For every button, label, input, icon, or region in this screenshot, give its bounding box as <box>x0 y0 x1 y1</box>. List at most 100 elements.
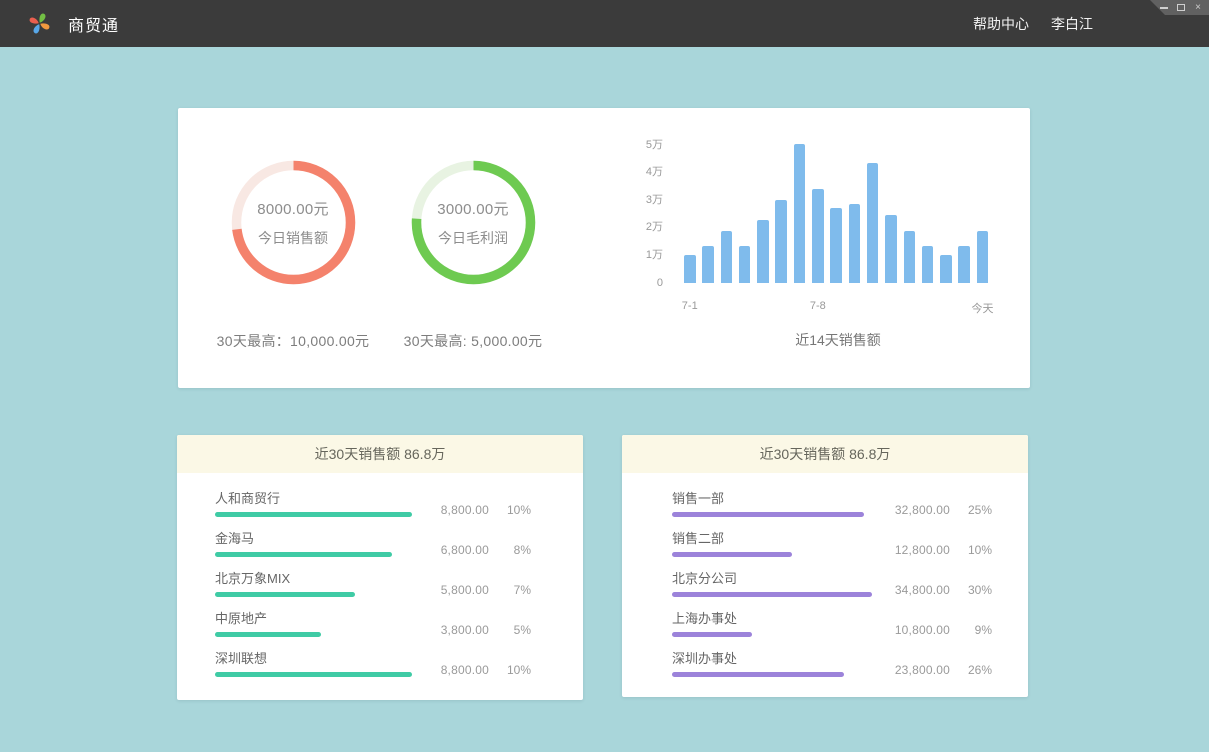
x-tick-label: 今天 <box>972 300 994 316</box>
y-tick-label: 4万 <box>646 166 663 179</box>
bar-day-14 <box>922 246 934 283</box>
rank-item-amount: 23,800.00 <box>895 663 950 677</box>
rank-item-name: 销售一部 <box>672 490 895 507</box>
bar-day-11 <box>867 163 879 283</box>
bar-day-1 <box>684 255 696 283</box>
rank-item-name: 北京万象MIX <box>215 570 441 587</box>
rank-item-percent: 9% <box>950 623 992 637</box>
rank-item-percent: 8% <box>489 543 531 557</box>
close-icon[interactable]: × <box>1193 3 1203 13</box>
rank-item-bar <box>215 552 392 557</box>
rank-item-percent: 10% <box>950 543 992 557</box>
today-profit-label: 今日毛利润 <box>438 228 508 248</box>
bar-day-3 <box>721 231 733 283</box>
bar-day-15 <box>940 255 952 283</box>
x-tick-label: 7-8 <box>810 300 826 312</box>
rank-item-name: 人和商贸行 <box>215 490 441 507</box>
bar-plot <box>684 145 992 283</box>
today-sales-label: 今日销售额 <box>258 228 328 248</box>
sales-14d-bar-chart: 5万 4万 3万 2万 1万 0 7-1 7-8 今天 近14天销售额 <box>618 132 1008 372</box>
maximize-icon[interactable] <box>1176 3 1186 13</box>
rank-item-bar <box>672 592 872 597</box>
bar-day-13 <box>904 231 916 283</box>
bar-y-axis: 5万 4万 3万 2万 1万 0 <box>618 132 663 312</box>
today-profit-donut-chart: 3000.00元 今日毛利润 <box>411 160 536 285</box>
rank-item-bar <box>672 672 844 677</box>
bar-day-5 <box>757 220 769 283</box>
rank-item-name: 金海马 <box>215 530 441 547</box>
rank-item-amount: 10,800.00 <box>895 623 950 637</box>
rank-item-name: 中原地产 <box>215 610 441 627</box>
rank-item-amount: 8,800.00 <box>441 663 489 677</box>
y-tick-label: 0 <box>657 277 663 290</box>
rank-item-percent: 7% <box>489 583 531 597</box>
minimize-icon[interactable] <box>1159 3 1169 13</box>
y-tick-label: 2万 <box>646 221 663 234</box>
rank-row: 深圳联想8,800.0010% <box>215 650 531 677</box>
today-sales-donut-chart: 8000.00元 今日销售额 <box>231 160 356 285</box>
bar-day-8 <box>812 189 824 283</box>
bar-day-10 <box>849 204 861 283</box>
bar-chart-title: 近14天销售额 <box>684 330 992 350</box>
rank-item-bar <box>672 512 864 517</box>
y-tick-label: 1万 <box>646 249 663 262</box>
rank-item-percent: 25% <box>950 503 992 517</box>
rank-item-amount: 12,800.00 <box>895 543 950 557</box>
rank-row: 上海办事处10,800.009% <box>672 610 992 637</box>
rank-item-name: 深圳办事处 <box>672 650 895 667</box>
rank-item-bar <box>672 632 752 637</box>
overview-card: 8000.00元 今日销售额 30天最高：10,000.00元 3000.00元… <box>178 108 1030 388</box>
rank-row: 金海马6,800.008% <box>215 530 531 557</box>
rank-row: 北京万象MIX5,800.007% <box>215 570 531 597</box>
rank-item-name: 销售二部 <box>672 530 895 547</box>
rank-item-percent: 10% <box>489 663 531 677</box>
sales-rank-card-departments: 近30天销售额 86.8万 销售一部32,800.0025%销售二部12,800… <box>622 435 1028 697</box>
rank-item-name: 北京分公司 <box>672 570 895 587</box>
rank-item-bar <box>215 592 355 597</box>
titlebar: 商贸通 帮助中心 李白江 × <box>0 0 1209 47</box>
rank-list: 销售一部32,800.0025% 销售二部12,800.0010% 北京分公司34,… <box>622 473 1028 677</box>
bar-day-12 <box>885 215 897 283</box>
y-tick-label: 5万 <box>646 139 663 152</box>
titlebar-nav: 帮助中心 李白江 <box>973 14 1209 34</box>
rank-item-percent: 5% <box>489 623 531 637</box>
app-title: 商贸通 <box>68 12 119 36</box>
app-logo-pinwheel-icon <box>26 10 53 37</box>
bar-day-9 <box>830 208 842 283</box>
rank-item-amount: 34,800.00 <box>895 583 950 597</box>
rank-item-name: 上海办事处 <box>672 610 895 627</box>
rank-item-amount: 5,800.00 <box>441 583 489 597</box>
rank-item-bar <box>672 552 792 557</box>
rank-item-percent: 26% <box>950 663 992 677</box>
bar-day-17 <box>977 231 989 283</box>
rank-item-bar <box>215 632 321 637</box>
bar-day-4 <box>739 246 751 283</box>
bar-x-axis: 7-1 7-8 今天 <box>618 300 1008 314</box>
today-sales-value: 8000.00元 <box>257 198 329 219</box>
rank-item-amount: 3,800.00 <box>441 623 489 637</box>
y-tick-label: 3万 <box>646 194 663 207</box>
bar-day-16 <box>958 246 970 283</box>
bar-day-6 <box>775 200 787 283</box>
rank-item-bar <box>215 672 412 677</box>
rank-row: 中原地产3,800.005% <box>215 610 531 637</box>
today-profit-30d-max: 30天最高: 5,000.00元 <box>404 331 543 351</box>
rank-item-percent: 10% <box>489 503 531 517</box>
rank-row: 深圳办事处23,800.0026% <box>672 650 992 677</box>
today-profit-metric: 3000.00元 今日毛利润 30天最高: 5,000.00元 <box>358 160 588 351</box>
nav-current-user[interactable]: 李白江 <box>1051 14 1093 34</box>
bar-day-7 <box>794 144 806 283</box>
nav-help-center[interactable]: 帮助中心 <box>973 14 1029 34</box>
today-sales-30d-max: 30天最高：10,000.00元 <box>217 331 370 351</box>
rank-item-amount: 32,800.00 <box>895 503 950 517</box>
rank-item-percent: 30% <box>950 583 992 597</box>
rank-item-bar <box>215 512 412 517</box>
rank-row: 人和商贸行8,800.0010% <box>215 490 531 517</box>
bar-day-2 <box>702 246 714 283</box>
today-profit-value: 3000.00元 <box>437 198 509 219</box>
rank-row: 销售二部12,800.0010% <box>672 530 992 557</box>
rank-row: 销售一部32,800.0025% <box>672 490 992 517</box>
x-tick-label: 7-1 <box>682 300 698 312</box>
rank-item-amount: 6,800.00 <box>441 543 489 557</box>
sales-rank-card-customers: 近30天销售额 86.8万 人和商贸行8,800.0010%金海马6,800.0… <box>177 435 583 700</box>
